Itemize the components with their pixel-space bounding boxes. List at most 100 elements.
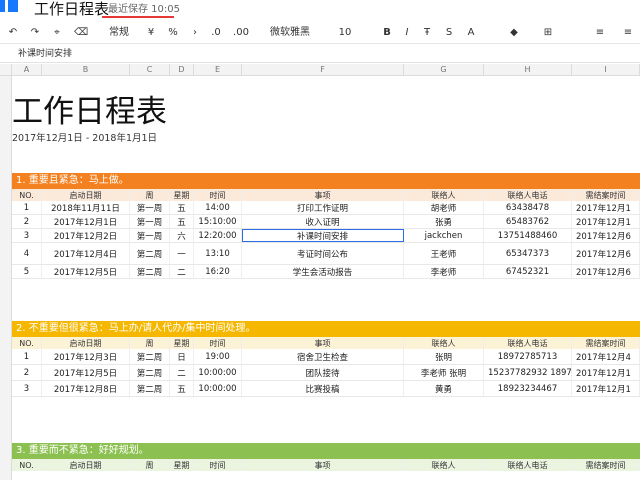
column-header-c[interactable]: C [130,64,170,76]
column-title[interactable]: 联络人 [404,189,484,201]
clear-format-icon[interactable]: ⌫ [74,25,88,41]
column-title[interactable]: 时间 [194,459,242,471]
wrap-button[interactable]: ≡ [620,25,636,41]
table-row[interactable]: 1 2018年11月11日 第一周五 14:00 打印工作证明 胡老师 63438478 20… [12,201,640,215]
table-cell[interactable]: 第二周 [130,349,170,364]
table-cell[interactable]: 比赛投稿 [242,381,404,396]
table-cell[interactable]: 收入证明 [242,215,404,228]
table-cell[interactable]: 2017年12月6 [572,229,640,242]
table-cell[interactable]: 李老师 [404,265,484,278]
table-cell[interactable]: 5 [12,265,42,278]
table-cell[interactable]: 一 [170,243,194,264]
section-header[interactable]: 3. 重要而不紧急：好好规划。 [12,443,640,459]
column-title[interactable]: NO. [12,459,42,471]
column-title[interactable]: 需结案时间 [572,459,640,471]
table-cell[interactable]: 张勇 [404,215,484,228]
table-cell[interactable]: 二 [170,265,194,278]
table-cell[interactable]: 12:20:00 [194,229,242,242]
select-all-corner[interactable] [0,64,12,76]
table-cell[interactable]: 1 [12,349,42,364]
column-header-d[interactable]: D [170,64,194,76]
column-title[interactable]: 星期 [170,337,194,349]
table-cell[interactable]: 2017年12月3日 [42,349,130,364]
bold-button[interactable]: B [380,25,394,41]
table-cell[interactable]: 2017年12月8日 [42,381,130,396]
column-header-b[interactable]: B [42,64,130,76]
table-cell[interactable]: 五 [170,215,194,228]
fill-color-button[interactable]: ◆ [504,25,524,41]
borders-button[interactable]: ⊞ [538,25,558,41]
table-cell[interactable]: 2017年12月5日 [42,365,130,380]
redo-icon[interactable]: ↷ [28,25,42,41]
undo-icon[interactable]: ↶ [6,25,20,41]
column-title[interactable]: 事项 [242,459,404,471]
percent-button[interactable]: % [166,25,180,41]
number-format-select[interactable]: 常规 [106,25,132,41]
table-cell[interactable]: 第一周 [130,201,170,214]
table-cell[interactable]: 五 [170,201,194,214]
column-title[interactable]: 时间 [194,337,242,349]
table-cell[interactable]: 2018年11月11日 [42,201,130,214]
column-header-e[interactable]: E [194,64,242,76]
column-title[interactable]: 联络人电话 [484,189,572,201]
table-cell[interactable]: 2017年12月6 [572,265,640,278]
table-cell[interactable]: 13:10 [194,243,242,264]
table-cell[interactable]: 第一周 [130,215,170,228]
table-cell[interactable]: 打印工作证明 [242,201,404,214]
table-cell[interactable]: 2 [12,365,42,380]
table-row[interactable]: 4 2017年12月4日 第二周一 13:10 考证时间公布 王老师 65347373 201… [12,243,640,265]
formula-bar[interactable]: 补课时间安排 [0,45,640,63]
font-family-select[interactable]: 微软雅黑 [270,25,310,41]
column-title[interactable]: 启动日期 [42,337,130,349]
column-title[interactable]: 联络人 [404,337,484,349]
table-cell[interactable]: 2017年12月1日 [42,215,130,228]
table-cell[interactable]: 2017年12月1 [572,365,640,380]
column-title[interactable]: NO. [12,189,42,201]
table-cell[interactable]: 2017年12月4 [572,349,640,364]
table-cell[interactable]: 第二周 [130,243,170,264]
column-title[interactable]: 联络人电话 [484,459,572,471]
table-cell[interactable]: 王老师 [404,243,484,264]
table-cell[interactable]: 第二周 [130,265,170,278]
table-cell[interactable]: 15237782932 18972785 [484,365,572,380]
table-cell[interactable]: 65483762 [484,215,572,228]
table-cell[interactable]: 18972785713 [484,349,572,364]
table-cell[interactable]: 15:10:00 [194,215,242,228]
table-cell[interactable]: 2017年12月1 [572,381,640,396]
table-cell[interactable]: 2 [12,215,42,228]
decimal-button[interactable]: › [188,25,202,41]
column-title[interactable]: 星期 [170,459,194,471]
currency-button[interactable]: ¥ [144,25,158,41]
table-cell[interactable]: 4 [12,243,42,264]
table-cell[interactable]: 2017年12月5日 [42,265,130,278]
table-cell[interactable]: 2017年12月4日 [42,243,130,264]
increase-decimal-button[interactable]: .00 [232,25,250,41]
table-cell[interactable]: 补课时间安排 [242,229,404,242]
column-header-f[interactable]: F [242,64,404,76]
italic-button[interactable]: I [400,25,414,41]
column-header-a[interactable]: A [12,64,42,76]
table-cell[interactable]: 团队接待 [242,365,404,380]
column-title[interactable]: 联络人 [404,459,484,471]
table-row[interactable]: 1 2017年12月3日 第二周日 19:00 宿舍卫生检查 张明 18972785713 2… [12,349,640,365]
table-cell[interactable]: 宿舍卫生检查 [242,349,404,364]
column-header-g[interactable]: G [404,64,484,76]
date-range[interactable]: 2017年12月1日 - 2018年1月1日 [12,130,157,144]
table-cell[interactable]: 六 [170,229,194,242]
table-cell[interactable]: 16:20 [194,265,242,278]
table-cell[interactable]: 3 [12,229,42,242]
column-title[interactable]: 星期 [170,189,194,201]
column-title[interactable]: 需结案时间 [572,189,640,201]
table-cell[interactable]: 黄勇 [404,381,484,396]
font-color-button[interactable]: A [464,25,478,41]
table-cell[interactable]: 10:00:00 [194,365,242,380]
table-cell[interactable]: 日 [170,349,194,364]
table-cell[interactable]: 14:00 [194,201,242,214]
format-painter-icon[interactable]: ⌖ [50,25,64,41]
table-cell[interactable]: 二 [170,365,194,380]
section-header[interactable]: 1. 重要且紧急：马上做。 [12,173,640,189]
section-header[interactable]: 2. 不重要但很紧急：马上办/请人代办/集中时间处理。 [12,321,640,337]
table-cell[interactable]: 2017年12月1 [572,201,640,214]
table-row[interactable]: 5 2017年12月5日 第二周二 16:20 学生会活动报告 李老师 67452321 20… [12,265,640,279]
column-header-h[interactable]: H [484,64,572,76]
